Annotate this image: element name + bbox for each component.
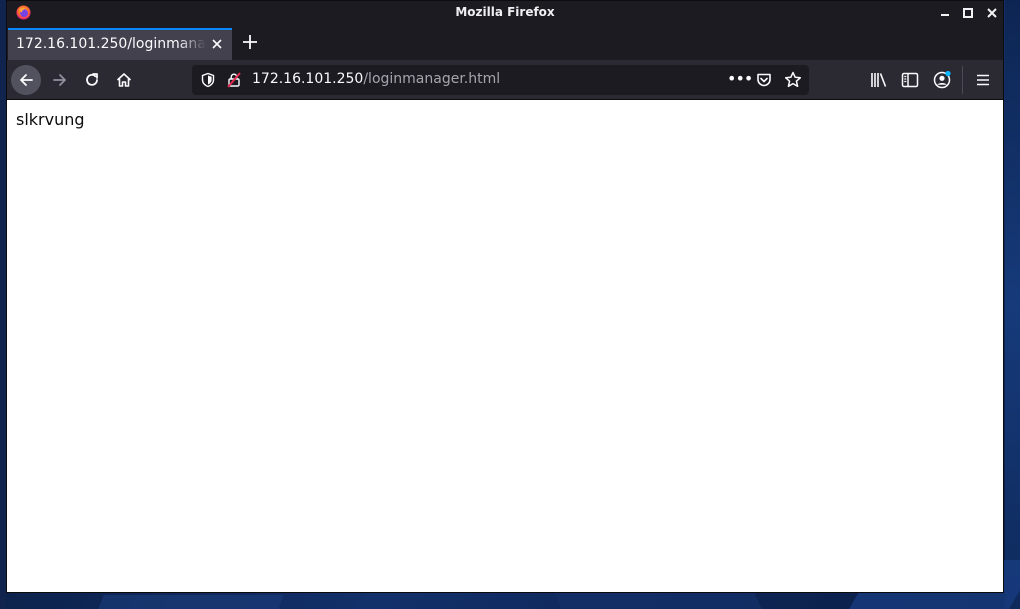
tab-title: 172.16.101.250/loginmanager.html bbox=[16, 36, 206, 52]
plus-icon bbox=[243, 35, 257, 49]
hamburger-icon bbox=[977, 74, 989, 86]
url-host: 172.16.101.250 bbox=[252, 71, 364, 87]
account-icon bbox=[933, 70, 951, 89]
maximize-icon[interactable] bbox=[959, 4, 977, 22]
shield-icon[interactable] bbox=[200, 72, 216, 88]
navigation-toolbar: 172.16.101.250/loginmanager.html ••• bbox=[7, 60, 1003, 100]
title-bar[interactable]: Mozilla Firefox bbox=[7, 1, 1003, 25]
tab-active[interactable]: 172.16.101.250/loginmanager.html bbox=[8, 28, 232, 60]
page-body-text: slkrvung bbox=[16, 110, 85, 129]
page-content: slkrvung bbox=[7, 100, 1003, 592]
lock-strikethrough-icon[interactable] bbox=[226, 72, 242, 88]
url-path: /loginmanager.html bbox=[363, 71, 501, 87]
star-icon bbox=[784, 71, 802, 88]
close-icon bbox=[987, 8, 997, 18]
forward-button[interactable] bbox=[45, 65, 75, 95]
library-icon bbox=[871, 73, 887, 87]
page-actions-button[interactable]: ••• bbox=[727, 70, 753, 90]
reload-button[interactable] bbox=[77, 65, 107, 95]
window-title: Mozilla Firefox bbox=[455, 5, 555, 19]
arrow-right-icon bbox=[53, 74, 66, 86]
desktop-wallpaper-shape bbox=[96, 595, 284, 609]
bookmark-star-button[interactable] bbox=[783, 70, 803, 90]
browser-window: Mozilla Firefox 172.16.101.250/loginmana… bbox=[6, 0, 1004, 593]
pocket-icon bbox=[757, 73, 771, 87]
account-button[interactable] bbox=[932, 70, 952, 90]
reload-icon bbox=[86, 73, 98, 86]
pocket-button[interactable] bbox=[755, 71, 773, 89]
close-window-button[interactable] bbox=[983, 4, 1001, 22]
home-button[interactable] bbox=[109, 65, 139, 95]
back-button[interactable] bbox=[11, 65, 41, 95]
arrow-left-icon bbox=[20, 74, 33, 86]
tab-close-button[interactable] bbox=[208, 35, 226, 53]
desktop-background-right bbox=[1005, 0, 1020, 609]
tab-strip: 172.16.101.250/loginmanager.html bbox=[7, 25, 1003, 60]
toolbar-separator bbox=[962, 66, 963, 94]
url-text[interactable]: 172.16.101.250/loginmanager.html bbox=[252, 71, 500, 87]
minimize-icon[interactable] bbox=[937, 4, 955, 22]
sidebar-icon bbox=[901, 72, 919, 88]
url-bar[interactable]: 172.16.101.250/loginmanager.html ••• bbox=[192, 65, 809, 95]
sidebar-button[interactable] bbox=[900, 70, 920, 90]
close-icon bbox=[212, 39, 222, 49]
ellipsis-icon: ••• bbox=[727, 69, 753, 88]
home-icon bbox=[116, 73, 132, 87]
library-button[interactable] bbox=[869, 70, 889, 90]
new-tab-button[interactable] bbox=[239, 31, 261, 53]
app-menu-button[interactable] bbox=[973, 70, 993, 90]
